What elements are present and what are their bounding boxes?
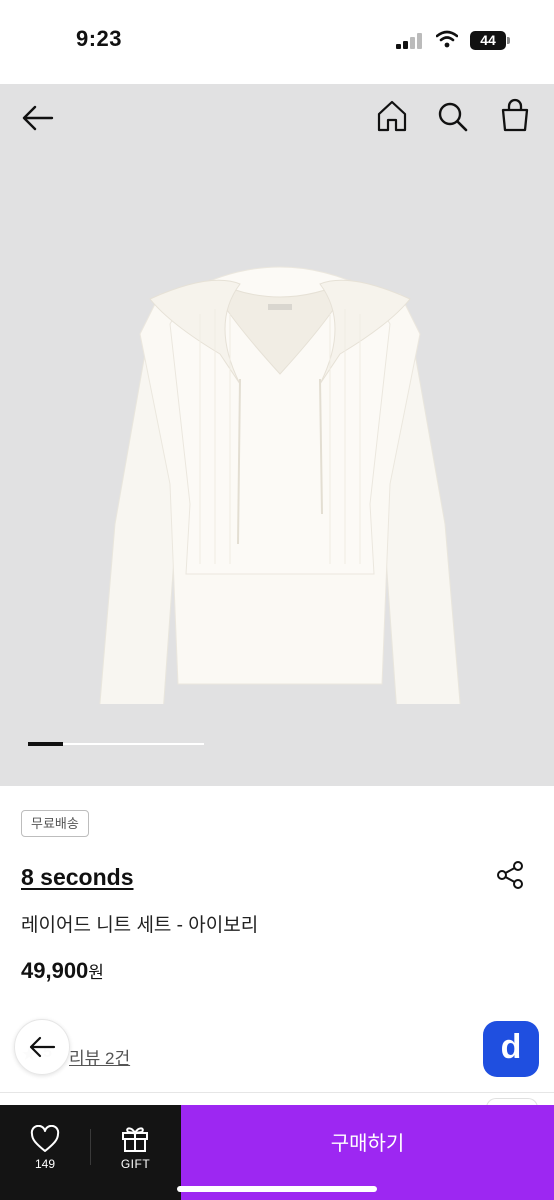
image-progress-fill: [28, 742, 64, 746]
product-name: 레이어드 니트 세트 - 아이보리: [21, 915, 259, 936]
gift-label: GIFT: [120, 1157, 151, 1171]
home-indicator: [177, 1186, 377, 1192]
status-time: 9:23: [76, 26, 123, 51]
gift-icon: [122, 1127, 148, 1152]
product-photo: [99, 266, 461, 704]
like-button[interactable]: 149: [0, 1105, 90, 1200]
divider: [0, 1092, 554, 1093]
floating-back-button[interactable]: [14, 1019, 70, 1075]
back-arrow-icon[interactable]: [18, 100, 58, 136]
battery-tip: [507, 37, 510, 44]
home-icon[interactable]: [374, 98, 410, 134]
like-count: 149: [34, 1157, 56, 1171]
price-currency: 원: [88, 963, 104, 982]
app-badge-button[interactable]: d: [483, 1021, 539, 1077]
signal-icon: [396, 33, 424, 49]
wifi-icon: [436, 30, 458, 48]
review-count-link[interactable]: 리뷰 2건: [69, 1044, 130, 1069]
free-shipping-badge: 무료배송: [21, 810, 89, 837]
heart-icon: [30, 1125, 60, 1152]
product-image-gallery[interactable]: [0, 84, 554, 786]
gift-button[interactable]: GIFT: [91, 1105, 180, 1200]
battery-icon: 44: [470, 31, 506, 50]
battery-level: 44: [480, 32, 496, 48]
search-icon[interactable]: [434, 98, 470, 134]
product-price: 49,900원: [21, 958, 104, 984]
back-arrow-icon: [29, 1036, 56, 1058]
price-value: 49,900: [21, 958, 89, 983]
share-icon[interactable]: [494, 859, 526, 891]
shopping-bag-icon[interactable]: [496, 96, 534, 134]
brand-link[interactable]: 8 seconds: [21, 864, 134, 891]
image-progress-track: [28, 742, 204, 746]
status-bar: 9:23 44: [0, 0, 554, 84]
